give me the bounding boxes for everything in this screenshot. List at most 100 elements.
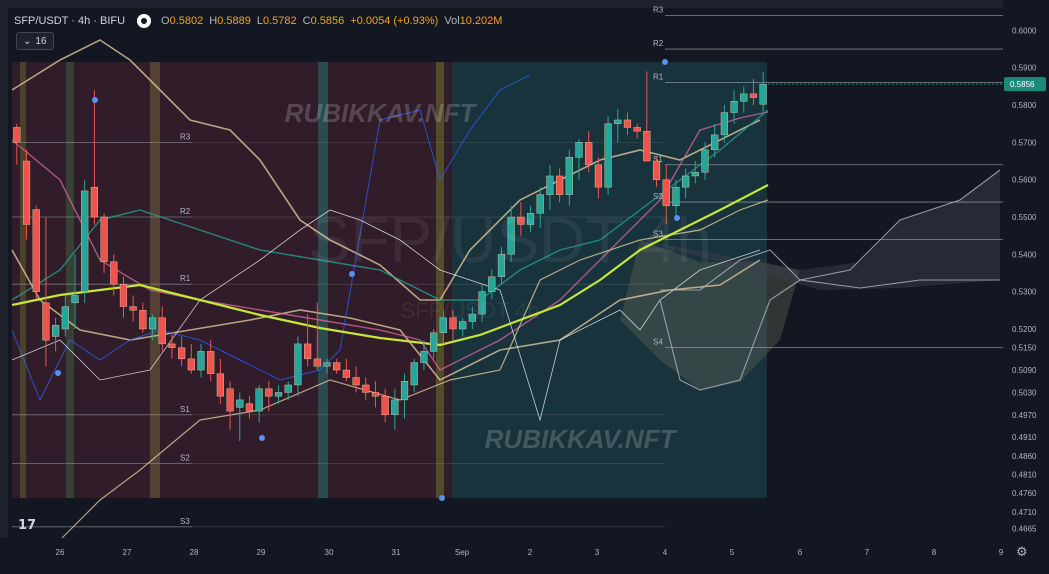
y-tick-label: 0.4910: [1012, 433, 1037, 442]
pivot-label-left-R1: R1: [180, 274, 191, 283]
x-tick-label: 31: [392, 548, 401, 557]
candle-body: [226, 388, 234, 412]
candle-body: [323, 362, 331, 367]
candle-body: [245, 403, 254, 412]
y-tick-label: 0.4760: [1012, 489, 1037, 498]
candle-body: [148, 317, 157, 330]
x-tick-label: 3: [595, 548, 600, 557]
x-tick-label: 28: [190, 548, 199, 557]
close-value: 0.5856: [310, 15, 345, 27]
y-tick-label: 0.6000: [1012, 26, 1037, 35]
x-tick-label: 27: [123, 548, 132, 557]
candle-body: [313, 358, 321, 367]
candle-body: [594, 164, 602, 188]
x-tick-label: 4: [663, 548, 668, 557]
pivot-label-left-S2: S2: [180, 453, 190, 462]
x-tick-label: 26: [56, 548, 65, 557]
candle-body: [100, 216, 108, 263]
pivot-marker-1: [55, 370, 61, 376]
candle-body: [720, 112, 728, 136]
candle-body: [430, 332, 438, 352]
y-tick-label: 0.4710: [1012, 508, 1037, 517]
candle-body: [556, 175, 564, 195]
x-tick-label: 29: [257, 548, 266, 557]
x-tick-label: 8: [932, 548, 937, 557]
candle-body: [119, 283, 128, 307]
candle-body: [749, 93, 758, 98]
candle-body: [362, 384, 370, 393]
candle-body: [400, 381, 409, 401]
y-tick-label: 0.5300: [1012, 288, 1037, 297]
candle-body: [643, 130, 651, 162]
x-tick-label: 7: [865, 548, 870, 557]
y-tick-label: 0.4665: [1012, 525, 1037, 534]
x-tick-label: 9: [999, 548, 1004, 557]
x-tick-label: Sep: [455, 548, 470, 557]
volume-label: Vol: [444, 15, 460, 27]
candle-body: [178, 347, 186, 360]
candle-body: [575, 142, 583, 158]
candle-body: [81, 190, 89, 292]
candle-body: [197, 351, 205, 371]
watermark-symbol-small: SFP/USDT 4h: [401, 298, 540, 323]
pivot-label-left-S1: S1: [180, 405, 190, 414]
y-tick-label: 0.5500: [1012, 213, 1037, 222]
candle-body: [682, 175, 690, 188]
candle-body: [265, 388, 273, 397]
gear-icon[interactable]: ⚙: [1016, 545, 1028, 560]
candle-body: [420, 351, 428, 363]
pivot-label-right-R2: R2: [653, 39, 664, 48]
close-label: C: [302, 15, 311, 27]
chevron-down-icon: ⌄: [23, 35, 32, 47]
candle-body: [168, 343, 176, 348]
open-label: O: [161, 15, 170, 27]
tradingview-logo-icon[interactable]: 17: [18, 518, 40, 536]
price-chart[interactable]: R3R2R1S1S2S3R3R2R1S1S2S3S4RUBIKKAV.NFTRU…: [0, 0, 1049, 574]
candle-body: [61, 306, 69, 330]
x-tick-label: 5: [730, 548, 735, 557]
pivot-label-left-R3: R3: [180, 132, 191, 141]
candle-body: [410, 362, 418, 386]
y-tick-label: 0.5800: [1012, 101, 1037, 110]
candle-body: [274, 392, 283, 397]
y-tick-label: 0.4810: [1012, 471, 1037, 480]
current-price-label: 0.5856: [1010, 80, 1035, 89]
x-tick-label: 30: [325, 548, 334, 557]
watermark-symbol: SFP/USDT 4h: [308, 204, 712, 276]
symbol-label[interactable]: SFP/USDT · 4h · BIFU: [14, 15, 125, 27]
candle-body: [342, 369, 350, 378]
y-tick-label: 0.5150: [1012, 344, 1037, 353]
candle-body: [614, 119, 622, 124]
volume-value: 10.202M: [459, 15, 503, 27]
y-tick-label: 0.4860: [1012, 452, 1037, 461]
candle-body: [52, 325, 60, 337]
candle-body: [139, 310, 147, 330]
watermark-top: RUBIKKAV.NFT: [285, 98, 478, 128]
candle-body: [32, 209, 40, 292]
candle-body: [304, 343, 312, 360]
legend-header: SFP/USDT · 4h · BIFU O0.5802 H0.5889 L0.…: [14, 12, 502, 30]
candle-body: [13, 127, 21, 143]
candle-body: [236, 399, 244, 408]
candle-body: [488, 276, 496, 292]
candle-body: [652, 160, 661, 180]
indicators-toggle-button[interactable]: ⌄ 16: [16, 32, 54, 50]
volatility-band-1: [66, 62, 74, 498]
candle-body: [633, 127, 641, 132]
pivot-label-right-R1: R1: [653, 73, 664, 82]
pivot-marker-5: [662, 59, 668, 65]
pivot-label-left-S3: S3: [180, 517, 190, 526]
y-tick-label: 0.5200: [1012, 325, 1037, 334]
watermark-bottom: RUBIKKAV.NFT: [485, 424, 678, 454]
pivot-marker-4: [439, 495, 445, 501]
candle-body: [711, 134, 719, 151]
candle-body: [158, 317, 166, 345]
candle-body: [110, 261, 118, 285]
candle-body: [129, 306, 137, 311]
candle-body: [662, 179, 670, 207]
candle-body: [604, 123, 612, 188]
change-value: +0.0054 (+0.93%): [350, 15, 439, 27]
candle-body: [701, 149, 709, 173]
candle-body: [565, 157, 573, 195]
candle-body: [740, 93, 748, 102]
